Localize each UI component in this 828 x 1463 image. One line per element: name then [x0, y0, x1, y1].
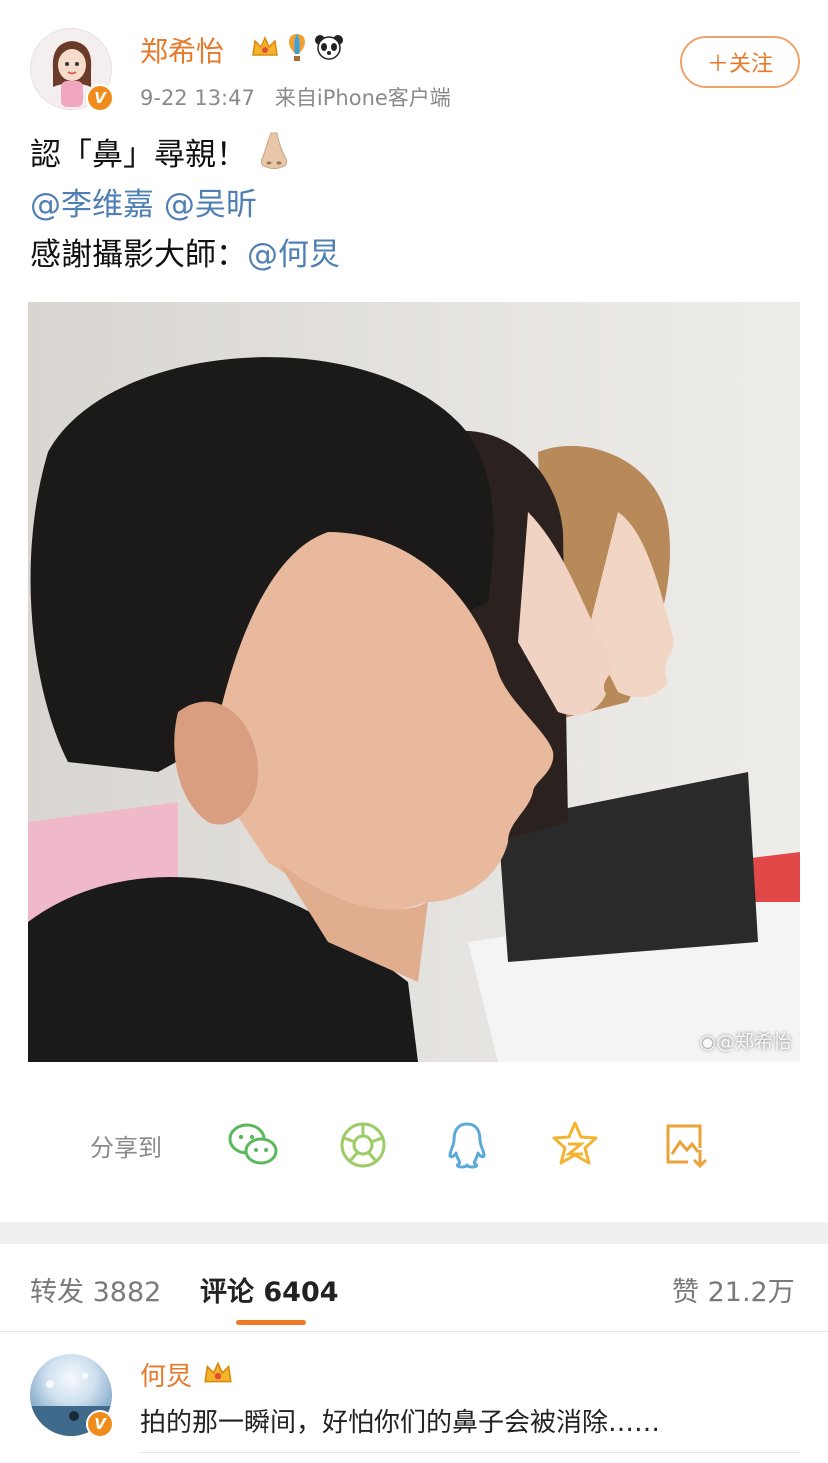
- crown-icon: [250, 32, 280, 62]
- moments-icon[interactable]: [336, 1118, 390, 1172]
- photo-illustration: [28, 302, 800, 1062]
- thanks-line: 感謝攝影大師：@何炅: [30, 230, 800, 280]
- thanks-text: 感謝攝影大師：: [30, 237, 247, 273]
- mention-link[interactable]: @吴昕: [164, 187, 257, 223]
- follow-button[interactable]: ＋关注: [680, 36, 800, 88]
- hot-air-balloon-icon: [282, 32, 312, 62]
- post-header: V 郑希怡 9-22 13:47 来自iPhone客户端 ＋关注: [0, 0, 828, 120]
- active-tab-indicator: [236, 1320, 306, 1325]
- post-photo[interactable]: ◉@郑希怡: [28, 302, 800, 1062]
- interaction-tabs: 转发 3882 评论 6404 赞 21.2万: [0, 1244, 828, 1332]
- comment-text: 拍的那一瞬间，好怕你们的鼻子会被消除……: [140, 1408, 661, 1438]
- photo-watermark: ◉@郑希怡: [699, 1027, 792, 1054]
- wechat-icon[interactable]: [226, 1118, 280, 1172]
- save-image-icon[interactable]: [660, 1118, 714, 1172]
- share-label: 分享到: [90, 1134, 162, 1162]
- qzone-icon[interactable]: [548, 1118, 602, 1172]
- user-badges: [250, 32, 344, 62]
- post-text: 認「鼻」尋親！ @李维嘉 @吴昕 感謝攝影大師：@何炅: [30, 130, 800, 280]
- photo-watermark-text: @郑希怡: [715, 1031, 792, 1053]
- tab-repost[interactable]: 转发 3882: [30, 1270, 161, 1309]
- qq-icon[interactable]: [440, 1118, 494, 1172]
- tab-comments[interactable]: 评论 6404: [200, 1270, 339, 1309]
- section-divider: [0, 1222, 828, 1244]
- crown-icon: [202, 1358, 234, 1388]
- post-time: 9-22 13:47: [140, 86, 255, 110]
- comment-item: V 何炅 拍的那一瞬间，好怕你们的鼻子会被消除……: [0, 1334, 828, 1463]
- share-bar: 分享到: [0, 1100, 828, 1190]
- panda-icon: [314, 32, 344, 62]
- mentions-line: @李维嘉 @吴昕: [30, 180, 800, 230]
- comment-divider: [140, 1452, 800, 1453]
- verified-badge-icon: V: [86, 84, 114, 112]
- mention-link[interactable]: @何炅: [247, 237, 340, 273]
- post-text-content: 認「鼻」尋親！: [30, 137, 247, 173]
- post-text-line: 認「鼻」尋親！: [30, 130, 800, 180]
- commenter-name[interactable]: 何炅: [140, 1356, 192, 1393]
- post-meta: 9-22 13:47 来自iPhone客户端: [140, 82, 451, 112]
- nose-emoji-icon: [260, 132, 287, 169]
- mention-link[interactable]: @李维嘉: [30, 187, 154, 223]
- author-name[interactable]: 郑希怡: [140, 30, 224, 70]
- post-source: 来自iPhone客户端: [274, 86, 451, 110]
- verified-badge-icon: V: [86, 1410, 114, 1438]
- weibo-logo-icon: ◉: [699, 1031, 716, 1053]
- tab-likes[interactable]: 赞 21.2万: [672, 1270, 795, 1309]
